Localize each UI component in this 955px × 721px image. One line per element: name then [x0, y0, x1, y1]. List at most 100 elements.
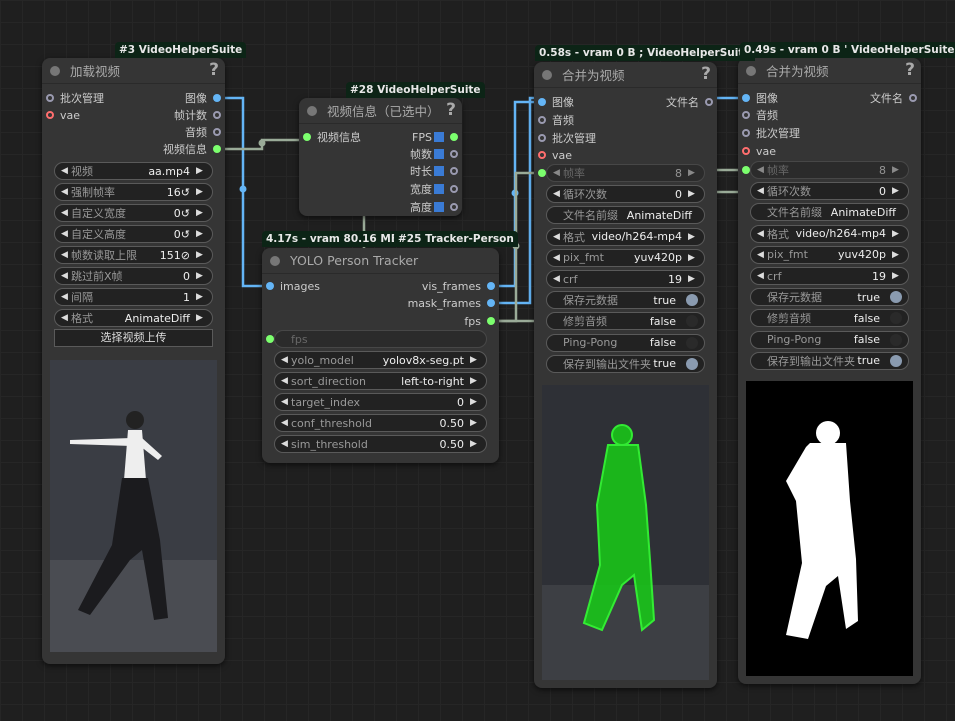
toggle-knob-icon[interactable]: [686, 294, 698, 307]
widget-fps[interactable]: fps: [274, 330, 487, 348]
arrow-left-icon[interactable]: ◀: [553, 168, 563, 178]
arrow-right-icon[interactable]: ▶: [196, 292, 206, 302]
toggle-knob-icon[interactable]: [890, 333, 902, 346]
widget-X[interactable]: ◀ 跳过前X帧 0 ▶: [54, 267, 213, 285]
arrow-right-icon[interactable]: ▶: [892, 165, 902, 175]
arrow-right-icon[interactable]: ▶: [688, 232, 698, 242]
image-socket-icon[interactable]: [487, 282, 495, 290]
generic-socket-icon[interactable]: [538, 116, 546, 124]
node-title-bar[interactable]: 加载视频?: [42, 58, 225, 84]
arrow-right-icon[interactable]: ▶: [892, 271, 902, 281]
vae-socket-icon[interactable]: [742, 147, 750, 155]
toggle-knob-icon[interactable]: [686, 336, 698, 349]
arrow-right-icon[interactable]: ▶: [196, 166, 206, 176]
generic-socket-icon[interactable]: [450, 150, 458, 158]
help-icon[interactable]: ?: [446, 100, 456, 120]
widget-[interactable]: ◀ 间隔 1 ▶: [54, 288, 213, 306]
collapse-dot-icon[interactable]: [746, 65, 756, 76]
info-socket-icon[interactable]: [450, 133, 458, 141]
widget-[interactable]: 保存到输出文件夹 true: [546, 354, 705, 373]
generic-socket-icon[interactable]: [46, 94, 54, 102]
widget-[interactable]: ◀ 视频 aa.mp4 ▶: [54, 162, 213, 180]
widget-PingPong[interactable]: Ping-Pong false: [750, 330, 909, 349]
input-slot[interactable]: vae: [46, 107, 80, 123]
output-slot[interactable]: 高度: [410, 199, 458, 215]
arrow-right-icon[interactable]: ▶: [196, 271, 206, 281]
collapse-dot-icon[interactable]: [50, 65, 60, 76]
arrow-left-icon[interactable]: ◀: [61, 166, 71, 176]
input-slot[interactable]: 视频信息: [303, 129, 361, 145]
input-slot[interactable]: 图像: [742, 90, 778, 106]
arrow-right-icon[interactable]: ▶: [688, 253, 698, 263]
widget-[interactable]: ◀ 循环次数 0 ▶: [546, 185, 705, 204]
generic-socket-icon[interactable]: [213, 128, 221, 136]
input-slot[interactable]: 图像: [538, 94, 574, 110]
arrow-right-icon[interactable]: ▶: [470, 439, 480, 449]
arrow-right-icon[interactable]: ▶: [688, 274, 698, 284]
upload-video-button[interactable]: 选择视频上传: [54, 329, 213, 347]
arrow-right-icon[interactable]: ▶: [470, 397, 480, 407]
arrow-left-icon[interactable]: ◀: [281, 376, 291, 386]
arrow-right-icon[interactable]: ▶: [892, 250, 902, 260]
output-slot[interactable]: FPS: [412, 129, 458, 145]
input-slot[interactable]: images: [266, 278, 320, 294]
output-slot[interactable]: 宽度: [410, 181, 458, 197]
widget-[interactable]: 文件名前缀 AnimateDiff: [750, 203, 909, 222]
output-slot[interactable]: 帧计数: [174, 107, 221, 123]
arrow-right-icon[interactable]: ▶: [892, 229, 902, 239]
generic-socket-icon[interactable]: [705, 98, 713, 106]
node-title-bar[interactable]: 合并为视频?: [534, 62, 717, 88]
output-slot[interactable]: 音频: [185, 124, 221, 140]
arrow-left-icon[interactable]: ◀: [61, 208, 71, 218]
input-slot[interactable]: 批次管理: [538, 130, 596, 146]
node-nB[interactable]: 合并为视频? 图像 音频 批次管理 vae 文件名 ◀ 帧率 8 ▶ ◀ 循环次数 0 ▶ 文件名前缀 Ani…: [738, 58, 921, 684]
widget-crf[interactable]: ◀ crf 19 ▶: [546, 270, 705, 288]
info-socket-icon[interactable]: [266, 335, 274, 343]
image-socket-icon[interactable]: [266, 282, 274, 290]
help-icon[interactable]: ?: [905, 60, 915, 80]
help-icon[interactable]: ?: [701, 64, 711, 84]
arrow-right-icon[interactable]: ▶: [196, 208, 206, 218]
widget-[interactable]: ◀ 格式 video/h264-mp4 ▶: [546, 227, 705, 246]
widget-yolo_model[interactable]: ◀ yolo_model yolov8x-seg.pt ▶: [274, 351, 487, 369]
node-title-bar[interactable]: 合并为视频?: [738, 58, 921, 84]
input-slot[interactable]: 音频: [742, 107, 778, 123]
image-socket-icon[interactable]: [487, 299, 495, 307]
image-socket-icon[interactable]: [742, 94, 750, 102]
arrow-left-icon[interactable]: ◀: [281, 397, 291, 407]
info-socket-icon[interactable]: [213, 145, 221, 153]
arrow-left-icon[interactable]: ◀: [61, 250, 71, 260]
widget-[interactable]: ◀ 格式 AnimateDiff ▶: [54, 309, 213, 327]
arrow-left-icon[interactable]: ◀: [281, 439, 291, 449]
widget-[interactable]: ◀ 自定义宽度 0↺ ▶: [54, 204, 213, 222]
widget-[interactable]: 修剪音频 false: [546, 312, 705, 331]
output-slot[interactable]: 文件名: [870, 90, 917, 106]
collapse-dot-icon[interactable]: [270, 255, 280, 266]
arrow-left-icon[interactable]: ◀: [553, 189, 563, 199]
generic-socket-icon[interactable]: [742, 129, 750, 137]
widget-sort_direction[interactable]: ◀ sort_direction left-to-right ▶: [274, 372, 487, 390]
info-socket-icon[interactable]: [303, 133, 311, 141]
arrow-left-icon[interactable]: ◀: [61, 271, 71, 281]
arrow-right-icon[interactable]: ▶: [196, 229, 206, 239]
node-nA[interactable]: 合并为视频? 图像 音频 批次管理 vae 文件名 ◀ 帧率 8 ▶ ◀ 循环次数 0 ▶ 文件名前缀 Ani…: [534, 62, 717, 688]
arrow-left-icon[interactable]: ◀: [757, 250, 767, 260]
node-n25[interactable]: YOLO Person Tracker images vis_frames mask_…: [262, 248, 499, 463]
arrow-right-icon[interactable]: ▶: [196, 250, 206, 260]
output-slot[interactable]: 帧数: [410, 146, 458, 162]
generic-socket-icon[interactable]: [450, 167, 458, 175]
collapse-dot-icon[interactable]: [307, 105, 317, 116]
generic-socket-icon[interactable]: [450, 203, 458, 211]
arrow-left-icon[interactable]: ◀: [553, 253, 563, 263]
toggle-knob-icon[interactable]: [890, 354, 902, 367]
output-slot[interactable]: 图像: [185, 90, 221, 106]
arrow-right-icon[interactable]: ▶: [196, 187, 206, 197]
output-slot[interactable]: mask_frames: [408, 295, 495, 311]
widget-[interactable]: 保存到输出文件夹 true: [750, 351, 909, 370]
widget-[interactable]: ◀ 自定义高度 0↺ ▶: [54, 225, 213, 243]
arrow-left-icon[interactable]: ◀: [281, 418, 291, 428]
image-socket-icon[interactable]: [213, 94, 221, 102]
arrow-left-icon[interactable]: ◀: [757, 165, 767, 175]
widget-[interactable]: ◀ 格式 video/h264-mp4 ▶: [750, 224, 909, 243]
widget-target_index[interactable]: ◀ target_index 0 ▶: [274, 393, 487, 411]
